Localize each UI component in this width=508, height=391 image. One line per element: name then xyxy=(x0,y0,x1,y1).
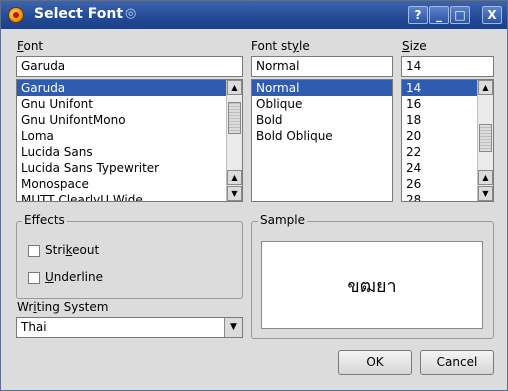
writing-system-label-part1: Wr xyxy=(17,300,34,314)
scroll-thumb[interactable] xyxy=(479,124,492,152)
sample-group-title: Sample xyxy=(258,213,307,227)
maximize-button[interactable]: □ xyxy=(450,6,470,24)
font-style-list-item[interactable]: Bold Oblique xyxy=(252,128,392,144)
size-input[interactable]: 14 xyxy=(401,56,494,77)
scroll-up-arrow-icon[interactable]: ▲ xyxy=(478,170,493,185)
writing-system-label-part2: ting System xyxy=(36,300,109,314)
font-style-label: Font style xyxy=(251,39,310,53)
effects-group-title: Effects xyxy=(22,213,67,227)
font-style-label-part1: Font st xyxy=(251,39,292,53)
select-font-dialog: Select Font ◎ ? _ □ X Font Garuda Garuda… xyxy=(0,0,508,391)
writing-system-label: Writing System xyxy=(17,300,108,314)
font-list-item[interactable]: Lucida Sans Typewriter xyxy=(17,160,242,176)
window-title: Select Font xyxy=(34,6,124,22)
font-list-scrollbar[interactable]: ▲ ▲ ▼ xyxy=(226,80,242,201)
help-button[interactable]: ? xyxy=(408,6,428,24)
font-style-label-part2: le xyxy=(299,39,310,53)
size-label-rest: ize xyxy=(409,39,427,53)
font-input[interactable]: Garuda xyxy=(16,56,243,77)
strikeout-label-part1: Stri xyxy=(45,243,66,257)
font-label: Font xyxy=(17,39,43,53)
scroll-thumb[interactable] xyxy=(228,102,241,134)
font-list-item[interactable]: Gnu UnifontMono xyxy=(17,112,242,128)
size-label: Size xyxy=(402,39,427,53)
scroll-up-arrow-icon[interactable]: ▲ xyxy=(227,170,242,185)
scroll-down-arrow-icon[interactable]: ▼ xyxy=(227,186,242,201)
title-bar[interactable]: Select Font ◎ ? _ □ X xyxy=(1,1,507,29)
underline-label[interactable]: Underline xyxy=(45,270,103,284)
font-style-list[interactable]: Normal Oblique Bold Bold Oblique xyxy=(251,79,393,202)
underline-label-mnemonic: U xyxy=(45,270,54,284)
app-icon[interactable] xyxy=(8,7,24,23)
font-style-input[interactable]: Normal xyxy=(251,56,393,77)
ok-button[interactable]: OK xyxy=(338,350,412,375)
font-list-item[interactable]: Monospace xyxy=(17,176,242,192)
cancel-button[interactable]: Cancel xyxy=(420,350,494,375)
size-list[interactable]: 14 16 18 20 22 24 26 28 ▲ ▲ ▼ xyxy=(401,79,494,202)
font-list-item[interactable]: Lucida Sans xyxy=(17,144,242,160)
font-style-label-mnemonic: y xyxy=(291,39,300,53)
font-list-item[interactable]: Gnu Unifont xyxy=(17,96,242,112)
size-label-mnemonic: S xyxy=(402,39,410,53)
scroll-up-arrow-icon[interactable]: ▲ xyxy=(478,80,493,95)
writing-system-combo[interactable]: Thai ▼ xyxy=(16,317,243,338)
underline-checkbox[interactable] xyxy=(28,272,40,284)
sample-text: ขฒยา xyxy=(347,275,397,297)
font-list-item[interactable]: Garuda xyxy=(17,80,242,96)
scroll-up-arrow-icon[interactable]: ▲ xyxy=(227,80,242,95)
chevron-down-icon[interactable]: ▼ xyxy=(224,318,242,337)
sticky-icon[interactable]: ◎ xyxy=(125,7,139,21)
effects-group xyxy=(16,221,243,299)
scroll-down-arrow-icon[interactable]: ▼ xyxy=(478,186,493,201)
font-list[interactable]: Garuda Gnu Unifont Gnu UnifontMono Loma … xyxy=(16,79,243,202)
close-button[interactable]: X xyxy=(482,6,502,24)
font-list-item[interactable]: MUTT ClearlyU Wide xyxy=(17,192,242,201)
strikeout-checkbox[interactable] xyxy=(28,245,40,257)
font-style-list-item[interactable]: Bold xyxy=(252,112,392,128)
minimize-button[interactable]: _ xyxy=(429,6,449,24)
sample-preview: ขฒยา xyxy=(261,241,483,329)
writing-system-value: Thai xyxy=(21,320,47,334)
font-label-rest: ont xyxy=(23,39,44,53)
size-list-scrollbar[interactable]: ▲ ▲ ▼ xyxy=(477,80,493,201)
underline-label-rest: nderline xyxy=(53,270,103,284)
font-list-item[interactable]: Loma xyxy=(17,128,242,144)
font-style-list-item[interactable]: Normal xyxy=(252,80,392,96)
font-style-list-item[interactable]: Oblique xyxy=(252,96,392,112)
strikeout-label[interactable]: Strikeout xyxy=(45,243,99,257)
strikeout-label-part2: eout xyxy=(72,243,100,257)
